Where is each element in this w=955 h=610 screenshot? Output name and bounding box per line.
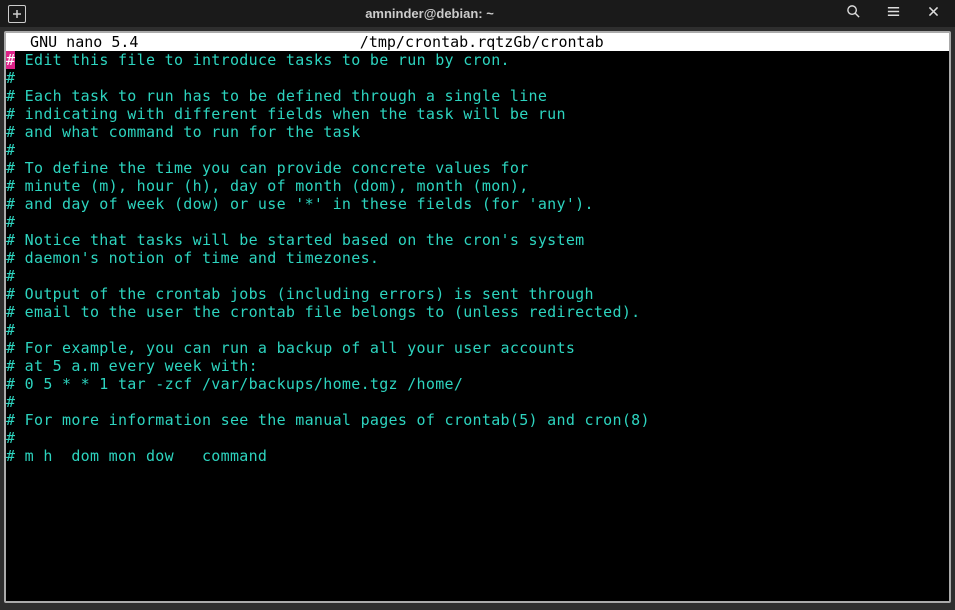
line-text: # bbox=[6, 321, 15, 339]
editor-line: # bbox=[6, 321, 949, 339]
editor-line: # Edit this file to introduce tasks to b… bbox=[6, 51, 949, 69]
editor-line: # indicating with different fields when … bbox=[6, 105, 949, 123]
editor-line: # minute (m), hour (h), day of month (do… bbox=[6, 177, 949, 195]
cursor: # bbox=[6, 51, 15, 69]
editor-line: # For more information see the manual pa… bbox=[6, 411, 949, 429]
line-text: # Output of the crontab jobs (including … bbox=[6, 285, 594, 303]
editor-line: # To define the time you can provide con… bbox=[6, 159, 949, 177]
nano-app-name: GNU nano 5.4 bbox=[10, 33, 138, 51]
hamburger-icon bbox=[886, 4, 901, 23]
nano-editor-content[interactable]: # Edit this file to introduce tasks to b… bbox=[6, 51, 949, 465]
editor-line: # email to the user the crontab file bel… bbox=[6, 303, 949, 321]
editor-line: # and what command to run for the task bbox=[6, 123, 949, 141]
line-text: # bbox=[6, 213, 15, 231]
line-text: # daemon's notion of time and timezones. bbox=[6, 249, 379, 267]
line-text: # at 5 a.m every week with: bbox=[6, 357, 258, 375]
line-text: # minute (m), hour (h), day of month (do… bbox=[6, 177, 529, 195]
nano-header-bar: GNU nano 5.4 /tmp/crontab.rqtzGb/crontab bbox=[6, 33, 949, 51]
window-title: amninder@debian: ~ bbox=[26, 6, 833, 21]
editor-line: # and day of week (dow) or use '*' in th… bbox=[6, 195, 949, 213]
terminal-area: GNU nano 5.4 /tmp/crontab.rqtzGb/crontab… bbox=[0, 27, 955, 607]
editor-line: # bbox=[6, 429, 949, 447]
line-text: # bbox=[6, 393, 15, 411]
editor-line: # For example, you can run a backup of a… bbox=[6, 339, 949, 357]
editor-line: # bbox=[6, 213, 949, 231]
line-text: # For more information see the manual pa… bbox=[6, 411, 650, 429]
editor-line: # bbox=[6, 393, 949, 411]
terminal-window[interactable]: GNU nano 5.4 /tmp/crontab.rqtzGb/crontab… bbox=[4, 31, 951, 603]
editor-line: # Notice that tasks will be started base… bbox=[6, 231, 949, 249]
editor-line: # m h dom mon dow command bbox=[6, 447, 949, 465]
title-bar-left bbox=[2, 5, 26, 23]
menu-button[interactable] bbox=[873, 0, 913, 27]
search-icon bbox=[846, 4, 861, 23]
search-button[interactable] bbox=[833, 0, 873, 27]
line-text: # m h dom mon dow command bbox=[6, 447, 267, 465]
editor-line: # Output of the crontab jobs (including … bbox=[6, 285, 949, 303]
line-text: # and what command to run for the task bbox=[6, 123, 361, 141]
window-title-bar: amninder@debian: ~ bbox=[0, 0, 955, 27]
close-icon bbox=[927, 5, 940, 22]
nano-file-path: /tmp/crontab.rqtzGb/crontab bbox=[138, 33, 825, 51]
line-text: # bbox=[6, 141, 15, 159]
line-text: Edit this file to introduce tasks to be … bbox=[15, 51, 510, 69]
close-button[interactable] bbox=[913, 0, 953, 27]
line-text: # email to the user the crontab file bel… bbox=[6, 303, 641, 321]
line-text: # bbox=[6, 69, 15, 87]
line-text: # bbox=[6, 429, 15, 447]
editor-line: # bbox=[6, 267, 949, 285]
editor-line: # 0 5 * * 1 tar -zcf /var/backups/home.t… bbox=[6, 375, 949, 393]
editor-line: # at 5 a.m every week with: bbox=[6, 357, 949, 375]
editor-line: # bbox=[6, 69, 949, 87]
line-text: # For example, you can run a backup of a… bbox=[6, 339, 575, 357]
line-text: # and day of week (dow) or use '*' in th… bbox=[6, 195, 594, 213]
line-text: # bbox=[6, 267, 15, 285]
editor-line: # Each task to run has to be defined thr… bbox=[6, 87, 949, 105]
editor-line: # daemon's notion of time and timezones. bbox=[6, 249, 949, 267]
editor-line: # bbox=[6, 141, 949, 159]
new-tab-icon[interactable] bbox=[8, 5, 26, 23]
title-bar-right bbox=[833, 0, 953, 27]
line-text: # To define the time you can provide con… bbox=[6, 159, 529, 177]
line-text: # Notice that tasks will be started base… bbox=[6, 231, 585, 249]
line-text: # 0 5 * * 1 tar -zcf /var/backups/home.t… bbox=[6, 375, 463, 393]
line-text: # Each task to run has to be defined thr… bbox=[6, 87, 547, 105]
line-text: # indicating with different fields when … bbox=[6, 105, 566, 123]
